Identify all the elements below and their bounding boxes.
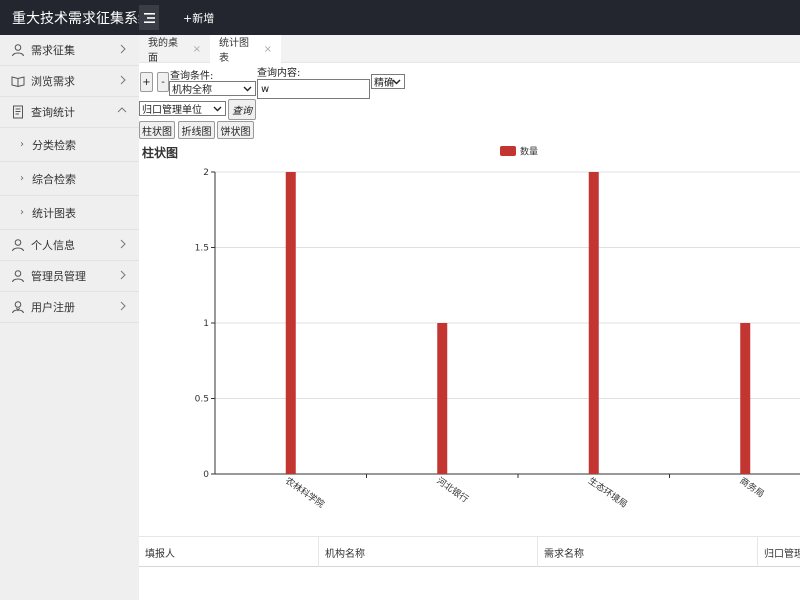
query-condition-value: 机构全称 — [172, 85, 212, 96]
remove-condition-button[interactable]: - — [157, 72, 169, 92]
main-content: + - 查询条件: 机构全称 查询内容: w 精确 归口管理单位 查询 柱状图 … — [139, 63, 800, 600]
close-icon[interactable]: × — [193, 44, 201, 55]
chevron-right-icon: › — [20, 207, 24, 218]
table-header: 填报人 机构名称 需求名称 归口管理单位 — [139, 536, 800, 567]
menu-icon — [143, 12, 155, 23]
menu-toggle-button[interactable] — [139, 5, 159, 30]
chevron-right-icon — [120, 301, 126, 311]
sidebar-item-label: 管理员管理 — [31, 270, 86, 283]
unit-select-value: 归口管理单位 — [142, 105, 202, 116]
add-condition-button[interactable]: + — [140, 72, 153, 92]
sidebar-subitem-label: 统计图表 — [32, 206, 76, 220]
chevron-right-icon: › — [20, 139, 24, 150]
sidebar-subitem-label: 综合检索 — [32, 172, 76, 186]
user-icon — [11, 43, 25, 57]
y-tick-label: 1 — [203, 319, 209, 329]
y-tick-label: 0 — [203, 470, 209, 480]
sidebar-item-browse-requirements[interactable]: 浏览需求 — [0, 66, 139, 97]
x-tick-label: 生态环境局 — [586, 475, 630, 511]
tab-label: 统计图表 — [219, 38, 249, 64]
x-tick-label: 商务局 — [738, 475, 767, 500]
sidebar-item-query-statistics[interactable]: 查询统计 — [0, 97, 139, 128]
query-content-input[interactable]: w — [257, 79, 370, 99]
legend-label: 数量 — [520, 146, 538, 158]
query-condition-label: 查询条件: — [170, 71, 214, 82]
sidebar-item-label: 浏览需求 — [31, 75, 75, 88]
sidebar-item-requirement-collection[interactable]: 需求征集 — [0, 35, 139, 66]
query-condition-select[interactable]: 机构全称 — [169, 81, 256, 96]
user-icon — [11, 269, 25, 283]
sidebar: 需求征集 浏览需求 查询统计 › 分类检索 › 综合检索 › 统计图表 个人信息 — [0, 35, 139, 600]
sidebar-item-label: 需求征集 — [31, 44, 75, 57]
table-header-cell: 机构名称 — [319, 537, 538, 567]
sidebar-subitem-comprehensive-search[interactable]: › 综合检索 — [0, 162, 139, 196]
chevron-right-icon — [120, 239, 126, 249]
sidebar-item-label: 用户注册 — [31, 301, 75, 314]
sidebar-item-personal-info[interactable]: 个人信息 — [0, 230, 139, 261]
unit-select[interactable]: 归口管理单位 — [139, 101, 226, 116]
tab-bar: 我的桌面 × 统计图表 × — [139, 35, 800, 64]
chevron-right-icon — [120, 44, 126, 54]
table-header-cell: 需求名称 — [538, 537, 758, 567]
sidebar-item-user-registration[interactable]: 用户注册 — [0, 292, 139, 323]
sidebar-item-admin-management[interactable]: 管理员管理 — [0, 261, 139, 292]
bar — [740, 323, 751, 474]
sidebar-subitem-category-search[interactable]: › 分类检索 — [0, 128, 139, 162]
chevron-down-icon — [213, 106, 222, 112]
line-chart-button[interactable]: 折线图 — [178, 121, 215, 139]
table-header-cell: 填报人 — [139, 537, 319, 567]
match-mode-value: 精确 — [374, 78, 394, 89]
bar — [285, 172, 296, 474]
tab-label: 我的桌面 — [148, 38, 178, 64]
query-button[interactable]: 查询 — [228, 99, 256, 120]
bar-chart-button[interactable]: 柱状图 — [139, 121, 175, 139]
bar-chart: 0 0.5 1 1.5 2 农林科学院 河北银行 生态环境局 商务局 数量 — [195, 146, 800, 511]
sidebar-subitem-statistics-chart[interactable]: › 统计图表 — [0, 196, 139, 230]
sidebar-subitem-label: 分类检索 — [32, 138, 76, 152]
chevron-right-icon: › — [20, 173, 24, 184]
top-bar: 重大技术需求征集系统 +新增 — [0, 0, 800, 35]
sidebar-item-label: 查询统计 — [31, 106, 75, 119]
y-tick-label: 0.5 — [195, 395, 209, 405]
user-icon — [11, 238, 25, 252]
chevron-right-icon — [120, 75, 126, 85]
query-content-label: 查询内容: — [257, 68, 301, 79]
y-tick-label: 1.5 — [195, 244, 209, 254]
bar — [588, 172, 599, 474]
legend-swatch — [500, 146, 516, 156]
document-icon — [11, 105, 25, 119]
tab-my-desktop[interactable]: 我的桌面 × — [139, 35, 210, 64]
chevron-up-icon — [117, 107, 127, 113]
table-header-cell: 归口管理单位 — [764, 548, 800, 560]
chevron-right-icon — [120, 270, 126, 280]
sidebar-item-label: 个人信息 — [31, 239, 75, 252]
user-add-icon — [11, 300, 25, 314]
x-tick-label: 农林科学院 — [283, 475, 327, 511]
book-icon — [11, 74, 25, 88]
match-mode-select[interactable]: 精确 — [371, 74, 405, 89]
bar — [437, 323, 448, 474]
chevron-down-icon — [243, 86, 252, 92]
chevron-down-icon — [392, 79, 401, 85]
tab-statistics-chart[interactable]: 统计图表 × — [210, 35, 281, 64]
close-icon[interactable]: × — [264, 44, 272, 55]
pie-chart-button[interactable]: 饼状图 — [217, 121, 254, 139]
add-new-link[interactable]: +新增 — [183, 10, 214, 26]
x-tick-label: 河北银行 — [435, 475, 471, 505]
y-tick-label: 2 — [203, 168, 209, 178]
app-title: 重大技术需求征集系统 — [12, 11, 152, 27]
